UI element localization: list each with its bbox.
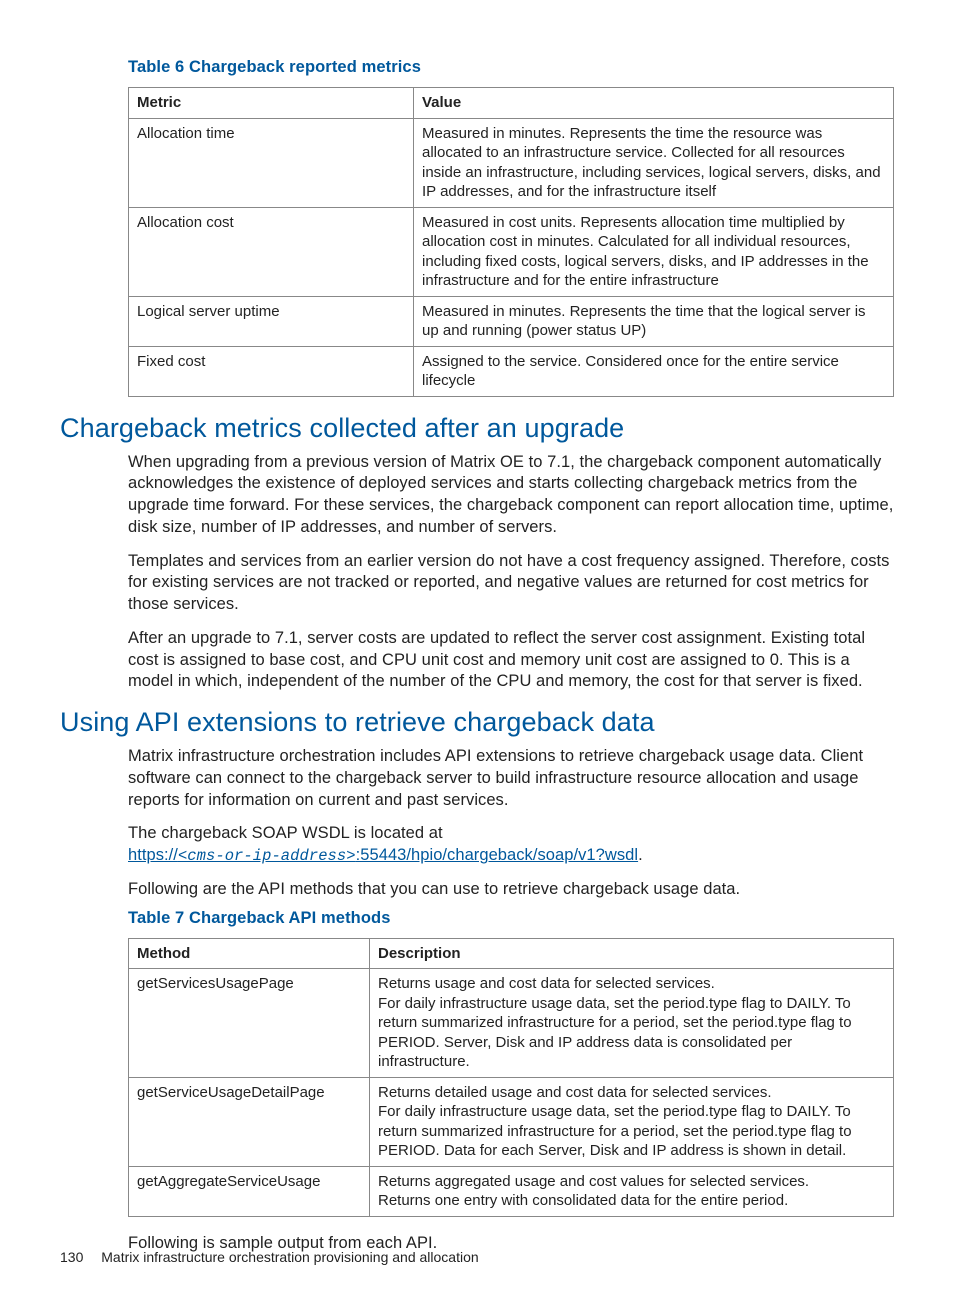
table-row: getServicesUsagePage Returns usage and c… bbox=[129, 969, 894, 1078]
page-number: 130 bbox=[60, 1249, 83, 1265]
table6-header-metric: Metric bbox=[129, 88, 414, 119]
table-row: Allocation cost Measured in cost units. … bbox=[129, 207, 894, 296]
metric-cell: Fixed cost bbox=[129, 346, 414, 396]
description-cell: Returns detailed usage and cost data for… bbox=[370, 1077, 894, 1166]
paragraph: After an upgrade to 7.1, server costs ar… bbox=[128, 628, 894, 693]
metric-cell: Logical server uptime bbox=[129, 296, 414, 346]
table-row: Allocation time Measured in minutes. Rep… bbox=[129, 118, 894, 207]
value-cell: Measured in cost units. Represents alloc… bbox=[414, 207, 894, 296]
table7-header-method: Method bbox=[129, 938, 370, 969]
table7-header-description: Description bbox=[370, 938, 894, 969]
description-cell: Returns usage and cost data for selected… bbox=[370, 969, 894, 1078]
paragraph: Following are the API methods that you c… bbox=[128, 879, 894, 901]
metric-cell: Allocation time bbox=[129, 118, 414, 207]
page-footer: 130 Matrix infrastructure orchestration … bbox=[60, 1249, 479, 1265]
table-row: Fixed cost Assigned to the service. Cons… bbox=[129, 346, 894, 396]
table-row: getAggregateServiceUsage Returns aggrega… bbox=[129, 1166, 894, 1216]
value-cell: Assigned to the service. Considered once… bbox=[414, 346, 894, 396]
wsdl-link-post: :55443/hpio/chargeback/soap/v1?wsdl bbox=[356, 846, 638, 864]
paragraph: Matrix infrastructure orchestration incl… bbox=[128, 746, 894, 811]
running-title: Matrix infrastructure orchestration prov… bbox=[101, 1249, 478, 1265]
method-cell: getServicesUsagePage bbox=[129, 969, 370, 1078]
heading-chargeback-after-upgrade: Chargeback metrics collected after an up… bbox=[60, 413, 894, 444]
table7-caption: Table 7 Chargeback API methods bbox=[128, 909, 894, 928]
table-row: Logical server uptime Measured in minute… bbox=[129, 296, 894, 346]
wsdl-intro-text: The chargeback SOAP WSDL is located at bbox=[128, 824, 443, 842]
paragraph: When upgrading from a previous version o… bbox=[128, 452, 894, 539]
table7-chargeback-api-methods: Method Description getServicesUsagePage … bbox=[128, 938, 894, 1217]
wsdl-link-pre: https:// bbox=[128, 846, 178, 864]
method-cell: getAggregateServiceUsage bbox=[129, 1166, 370, 1216]
wsdl-link-host-placeholder: <cms-or-ip-address> bbox=[178, 847, 356, 865]
value-cell: Measured in minutes. Represents the time… bbox=[414, 296, 894, 346]
heading-api-extensions: Using API extensions to retrieve chargeb… bbox=[60, 707, 894, 738]
value-cell: Measured in minutes. Represents the time… bbox=[414, 118, 894, 207]
wsdl-link[interactable]: https://<cms-or-ip-address>:55443/hpio/c… bbox=[128, 846, 638, 864]
table6-header-value: Value bbox=[414, 88, 894, 119]
table6-caption: Table 6 Chargeback reported metrics bbox=[128, 58, 894, 77]
table-row: getServiceUsageDetailPage Returns detail… bbox=[129, 1077, 894, 1166]
paragraph-with-link: The chargeback SOAP WSDL is located at h… bbox=[128, 823, 894, 867]
method-cell: getServiceUsageDetailPage bbox=[129, 1077, 370, 1166]
paragraph: Templates and services from an earlier v… bbox=[128, 551, 894, 616]
metric-cell: Allocation cost bbox=[129, 207, 414, 296]
table6-chargeback-reported-metrics: Metric Value Allocation time Measured in… bbox=[128, 87, 894, 397]
description-cell: Returns aggregated usage and cost values… bbox=[370, 1166, 894, 1216]
